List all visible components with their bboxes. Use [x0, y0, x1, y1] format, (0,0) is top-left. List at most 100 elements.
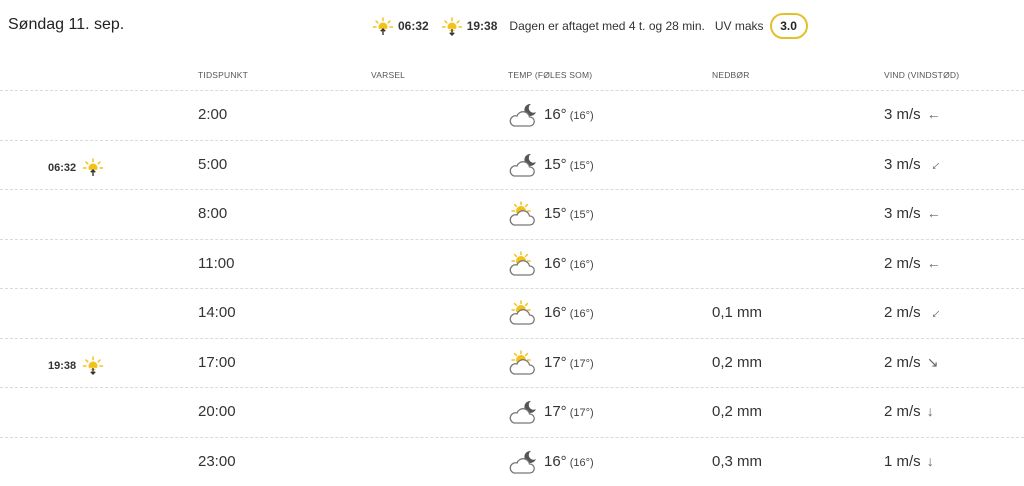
feels-like-value: (16°)	[570, 110, 594, 122]
row-wind: 3 m/s ←	[884, 205, 941, 222]
feels-like-value: (17°)	[570, 407, 594, 419]
temp-value: 15°	[544, 205, 567, 222]
row-temp: 16°(16°)	[544, 255, 594, 272]
table-row: 2:00 16°(16°) 3 m/s ←	[0, 90, 1024, 140]
sunset-time: 19:38	[467, 19, 498, 33]
row-wind: 2 m/s ↘	[884, 354, 938, 371]
sunset-group: 19:38	[441, 16, 498, 36]
table-row: 11:00 16°(16°) 2 m/s ←	[0, 239, 1024, 289]
column-header-precip: NEDBØR	[712, 70, 750, 80]
cloud-moon-icon	[508, 101, 538, 129]
day-header: Søndag 11. sep. 06:32	[0, 0, 1024, 52]
row-temp: 15°(15°)	[544, 156, 594, 173]
row-temp: 15°(15°)	[544, 205, 594, 222]
column-header-temp: TEMP (FØLES SOM)	[508, 70, 592, 80]
cloud-moon-icon	[508, 448, 538, 476]
sun-summary: 06:32 19:38 Dagen er aftaget med 4 t. og…	[372, 13, 808, 39]
sun-event-time: 06:32	[48, 162, 76, 174]
cloud-moon-icon	[508, 398, 538, 426]
row-time: 8:00	[198, 205, 227, 222]
row-wind: 2 m/s ←	[884, 255, 941, 272]
sunrise-icon	[372, 16, 394, 36]
uv-label: UV maks	[715, 19, 764, 33]
temp-value: 17°	[544, 403, 567, 420]
table-row: 23:00 16°(16°) 0,3 mm 1 m/s ↓	[0, 437, 1024, 486]
wind-direction-icon: ←	[927, 106, 941, 122]
row-precip: 0,1 mm	[712, 304, 762, 321]
uv-badge: 3.0	[770, 13, 808, 39]
sun-event-marker: 06:32	[48, 157, 104, 180]
cloud-sun-icon	[508, 250, 538, 278]
hourly-forecast-table: 2:00 16°(16°) 3 m/s← 06:32 5:00 15°(15°)…	[0, 90, 1024, 486]
row-wind: 3 m/s←	[884, 156, 941, 173]
table-row: 19:38 17:00 17°(17°) 0,2 mm 2 m/s ↘	[0, 338, 1024, 388]
row-temp: 17°(17°)	[544, 403, 594, 420]
column-header-time: TIDSPUNKT	[198, 70, 248, 80]
wind-direction-icon: ↓	[927, 453, 934, 469]
temp-value: 16°	[544, 453, 567, 470]
row-time: 5:00	[198, 156, 227, 173]
table-row: 20:00 17°(17°) 0,2 mm 2 m/s↓	[0, 387, 1024, 437]
wind-direction-icon: ←	[923, 153, 944, 174]
temp-value: 16°	[544, 304, 567, 321]
wind-speed: 3 m/s	[884, 106, 921, 123]
column-header-wind: VIND (VINDSTØD)	[884, 70, 959, 80]
feels-like-value: (15°)	[570, 209, 594, 221]
row-wind: 1 m/s ↓	[884, 453, 934, 470]
wind-speed: 3 m/s	[884, 205, 921, 222]
table-row: 14:00 16°(16°) 0,1 mm 2 m/s←	[0, 288, 1024, 338]
wind-speed: 2 m/s	[884, 255, 921, 272]
feels-like-value: (16°)	[570, 457, 594, 469]
row-precip: 0,2 mm	[712, 354, 762, 371]
column-header-forecast: VARSEL	[371, 70, 405, 80]
temp-value: 16°	[544, 106, 567, 123]
sunset-icon	[76, 355, 104, 378]
row-temp: 16°(16°)	[544, 453, 594, 470]
row-wind: 3 m/s ←	[884, 106, 941, 123]
sunset-icon	[441, 16, 463, 36]
temp-value: 16°	[544, 255, 567, 272]
wind-direction-icon: ←	[923, 301, 944, 322]
table-row: 8:00 15°(15°) 3 m/s ←	[0, 189, 1024, 239]
feels-like-value: (17°)	[570, 358, 594, 370]
wind-direction-icon: ←	[927, 205, 941, 221]
row-temp: 16°(16°)	[544, 304, 594, 321]
sun-event-marker: 19:38	[48, 355, 104, 378]
feels-like-value: (16°)	[570, 308, 594, 320]
row-time: 23:00	[198, 453, 236, 470]
row-precip: 0,3 mm	[712, 453, 762, 470]
row-wind: 2 m/s↓	[884, 403, 934, 420]
temp-value: 15°	[544, 156, 567, 173]
wind-speed: 2 m/s	[884, 304, 921, 321]
cloud-moon-icon	[508, 151, 538, 179]
wind-speed: 2 m/s	[884, 354, 921, 371]
cloud-sun-icon	[508, 299, 538, 327]
column-headers: TIDSPUNKT VARSEL TEMP (FØLES SOM) NEDBØR…	[0, 68, 1024, 84]
date-title: Søndag 11. sep.	[8, 16, 124, 34]
row-temp: 16°(16°)	[544, 106, 594, 123]
wind-direction-icon: ↘	[927, 354, 939, 371]
row-time: 20:00	[198, 403, 236, 420]
wind-direction-icon: ←	[927, 255, 941, 271]
sunrise-group: 06:32	[372, 16, 429, 36]
sun-event-time: 19:38	[48, 360, 76, 372]
wind-speed: 1 m/s	[884, 453, 921, 470]
table-row: 06:32 5:00 15°(15°) 3 m/s←	[0, 140, 1024, 190]
row-time: 14:00	[198, 304, 236, 321]
row-precip: 0,2 mm	[712, 403, 762, 420]
cloud-sun-icon	[508, 200, 538, 228]
row-time: 2:00	[198, 106, 227, 123]
row-temp: 17°(17°)	[544, 354, 594, 371]
feels-like-value: (16°)	[570, 259, 594, 271]
sunrise-icon	[76, 157, 104, 180]
row-time: 17:00	[198, 354, 236, 371]
cloud-sun-icon	[508, 349, 538, 377]
daylight-text: Dagen er aftaget med 4 t. og 28 min.	[509, 19, 704, 33]
wind-speed: 2 m/s	[884, 403, 921, 420]
sunrise-time: 06:32	[398, 19, 429, 33]
wind-speed: 3 m/s	[884, 156, 921, 173]
feels-like-value: (15°)	[570, 160, 594, 172]
row-wind: 2 m/s←	[884, 304, 941, 321]
temp-value: 17°	[544, 354, 567, 371]
row-time: 11:00	[198, 255, 234, 272]
